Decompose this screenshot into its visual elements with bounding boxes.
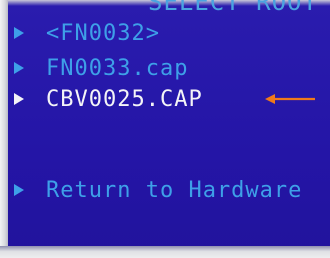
bios-screen: SELECT ROOT <FN0032> FN0033.cap CBV0025.…: [0, 0, 330, 258]
menu-item-cbv0025[interactable]: CBV0025.CAP: [14, 84, 203, 114]
menu-item-return-to-hardware[interactable]: Return to Hardware: [14, 175, 302, 205]
menu-item-label: <FN0032>: [46, 20, 160, 46]
triangle-right-icon: [14, 184, 24, 196]
orange-arrow-left-icon: [265, 94, 315, 104]
triangle-right-icon: [14, 62, 24, 74]
menu-item-label: FN0033.cap: [46, 55, 189, 81]
menu-item-fn0033[interactable]: FN0033.cap: [14, 53, 188, 83]
menu-item-label: CBV0025.CAP: [46, 86, 203, 112]
triangle-right-icon: [14, 27, 24, 39]
menu-item-fn0032[interactable]: <FN0032>: [14, 18, 160, 48]
header-text: SELECT ROOT: [148, 0, 318, 16]
menu-item-label: Return to Hardware: [46, 177, 303, 203]
monitor-bezel-left: [0, 0, 8, 258]
monitor-bezel-bottom: [0, 246, 330, 258]
triangle-right-icon: [14, 93, 24, 105]
